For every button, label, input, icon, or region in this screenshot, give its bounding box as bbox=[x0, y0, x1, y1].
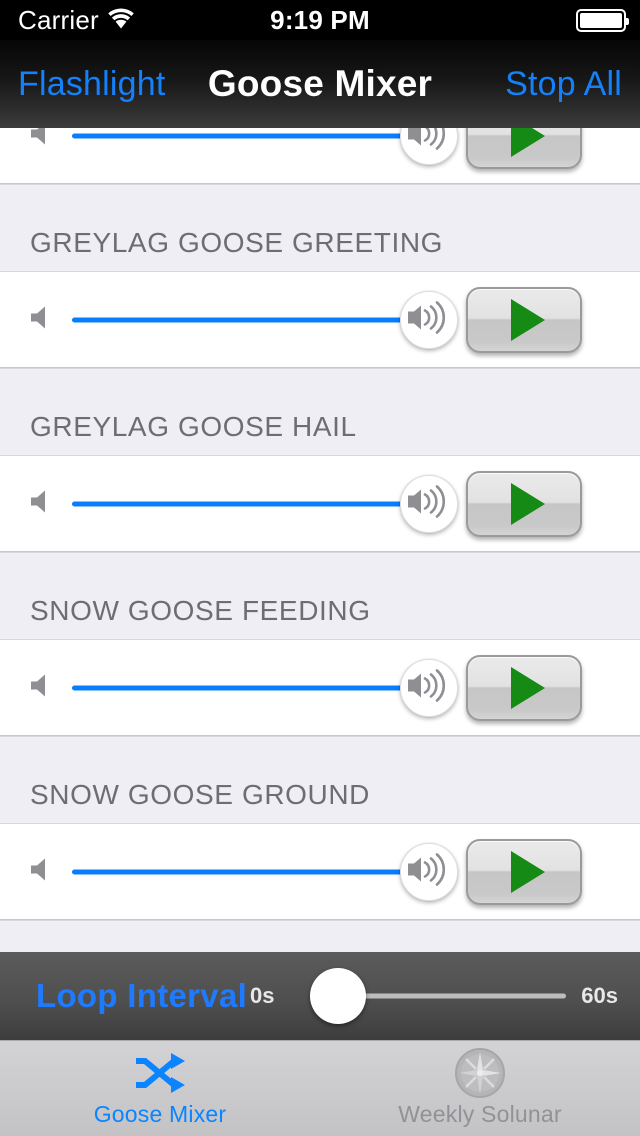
table-row bbox=[0, 128, 640, 184]
play-button[interactable] bbox=[466, 471, 582, 537]
list-footer-spacer bbox=[0, 920, 640, 952]
speaker-mute-icon bbox=[28, 670, 60, 707]
speaker-volume-icon bbox=[406, 128, 458, 157]
volume-slider[interactable] bbox=[72, 475, 458, 533]
tab-label-weekly-solunar: Weekly Solunar bbox=[398, 1101, 562, 1127]
section-header-label: GREYLAG GOOSE GREETING bbox=[30, 227, 444, 258]
sound-list[interactable]: GREYLAG GOOSE GREETING GREYLAG GOOSE HAI… bbox=[0, 128, 640, 952]
loop-interval-track bbox=[338, 993, 566, 999]
tab-goose-mixer[interactable]: Goose Mixer bbox=[0, 1041, 320, 1136]
table-row bbox=[0, 272, 640, 368]
table-row bbox=[0, 640, 640, 736]
volume-track-filled bbox=[72, 869, 429, 875]
volume-track-filled bbox=[72, 133, 429, 139]
section-header: GREYLAG GOOSE GREETING bbox=[0, 184, 640, 272]
speaker-volume-icon bbox=[406, 668, 458, 709]
speaker-volume-icon bbox=[406, 852, 458, 893]
shuffle-icon bbox=[133, 1049, 187, 1097]
loop-interval-label: Loop Interval bbox=[36, 977, 248, 1014]
loop-interval-min-label: 0s bbox=[250, 983, 275, 1008]
play-button[interactable] bbox=[466, 287, 582, 353]
tab-label-goose-mixer: Goose Mixer bbox=[93, 1101, 227, 1127]
speaker-volume-icon bbox=[406, 484, 458, 525]
loop-interval-bar: Loop Interval 0s 60s bbox=[0, 952, 640, 1040]
tab-bar: Goose Mixer Weekly Solunar bbox=[0, 1040, 640, 1136]
volume-slider[interactable] bbox=[72, 291, 458, 349]
speaker-volume-icon bbox=[406, 300, 458, 341]
compass-icon bbox=[454, 1048, 506, 1098]
section-header: SNOW GOOSE FEEDING bbox=[0, 552, 640, 640]
section-header-label: SNOW GOOSE FEEDING bbox=[30, 595, 371, 626]
loop-interval-slider-thumb[interactable] bbox=[310, 968, 366, 1024]
play-icon bbox=[511, 667, 545, 709]
volume-slider[interactable] bbox=[72, 843, 458, 901]
volume-track-filled bbox=[72, 685, 429, 691]
navigation-bar: Flashlight Goose Mixer Stop All bbox=[0, 40, 640, 128]
volume-track-filled bbox=[72, 501, 429, 507]
battery-fill bbox=[580, 12, 622, 28]
table-row bbox=[0, 456, 640, 552]
status-bar-right bbox=[576, 0, 629, 40]
section-header: GREYLAG GOOSE HAIL bbox=[0, 368, 640, 456]
play-icon bbox=[511, 851, 545, 893]
section-header: SNOW GOOSE GROUND bbox=[0, 736, 640, 824]
speaker-mute-icon bbox=[28, 128, 60, 155]
volume-slider[interactable] bbox=[72, 659, 458, 717]
app-screen: Carrier 9:19 PM Flashlight Goose Mixer S… bbox=[0, 0, 640, 1136]
volume-track-filled bbox=[72, 317, 429, 323]
tab-weekly-solunar[interactable]: Weekly Solunar bbox=[320, 1041, 640, 1136]
play-button[interactable] bbox=[466, 839, 582, 905]
play-icon bbox=[511, 299, 545, 341]
status-bar: Carrier 9:19 PM bbox=[0, 0, 640, 40]
speaker-mute-icon bbox=[28, 854, 60, 891]
section-header-label: GREYLAG GOOSE HAIL bbox=[30, 411, 357, 442]
section-header-label: SNOW GOOSE GROUND bbox=[30, 779, 370, 810]
battery-full-icon bbox=[576, 8, 629, 32]
table-row bbox=[0, 824, 640, 920]
play-button[interactable] bbox=[466, 655, 582, 721]
speaker-mute-icon bbox=[28, 486, 60, 523]
speaker-mute-icon bbox=[28, 302, 60, 339]
loop-interval-max-label: 60s bbox=[581, 983, 618, 1008]
status-bar-time: 9:19 PM bbox=[270, 5, 370, 35]
play-icon bbox=[511, 483, 545, 525]
volume-slider[interactable] bbox=[72, 128, 458, 165]
loop-interval-slider[interactable] bbox=[310, 967, 566, 1025]
stop-all-button[interactable]: Stop All bbox=[505, 40, 622, 128]
play-button[interactable] bbox=[466, 128, 582, 169]
play-icon bbox=[511, 128, 545, 157]
